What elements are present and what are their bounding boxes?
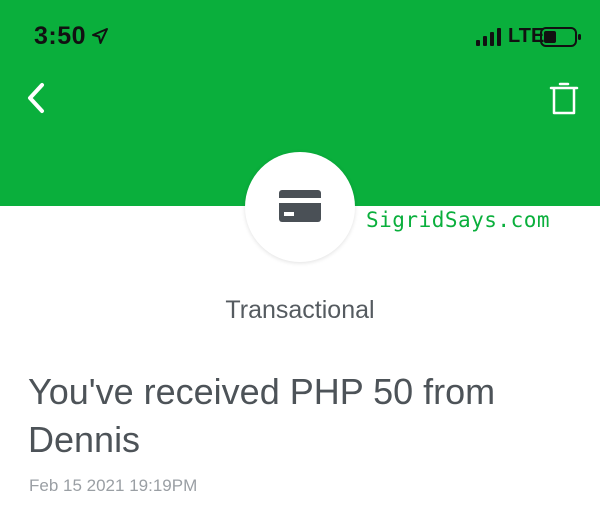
watermark: SigridSays.com [366,208,551,232]
network-type: LTE [508,25,545,47]
status-time: 3:50 [34,22,87,50]
signal-bars-icon [476,28,501,46]
notification-date: Feb 15 2021 19:19PM [29,476,198,495]
back-button[interactable] [22,80,52,116]
location-arrow-icon [92,28,108,44]
delete-button[interactable] [548,80,580,116]
chevron-left-icon [28,83,44,113]
notification-category: Transactional [225,296,375,324]
battery-icon [540,27,581,47]
notification-title: You've received PHP 50 from Dennis [28,371,496,460]
credit-card-icon [279,190,321,222]
trash-icon [549,82,579,115]
notification-icon-badge [245,152,355,262]
